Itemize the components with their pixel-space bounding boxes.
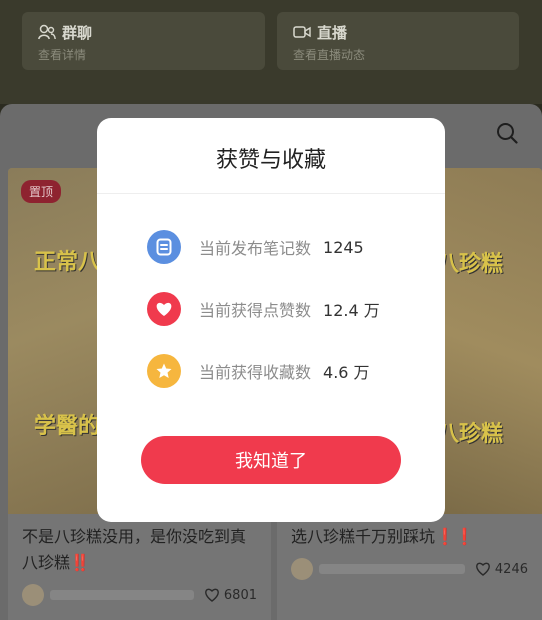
- group-chat-subtitle: 查看详情: [38, 48, 87, 62]
- pinned-badge: 置顶: [21, 180, 62, 203]
- like-count: 4246: [494, 561, 528, 577]
- stat-value: 1245: [323, 237, 364, 257]
- note-icon: [147, 230, 181, 264]
- feed-meta: 6801: [22, 584, 257, 606]
- live-card[interactable]: 直播 查看直播动态: [277, 12, 519, 70]
- like-count: 6801: [223, 587, 257, 603]
- group-icon: [38, 24, 56, 40]
- image-caption-top: 正常八: [34, 250, 101, 275]
- stat-value: 12.4 万: [323, 301, 380, 320]
- top-header-area: 群聊 查看详情 直播 查看直播动态: [0, 0, 542, 104]
- live-title: 直播: [317, 23, 348, 42]
- image-caption-bottom: 八珍糕: [437, 422, 504, 447]
- group-chat-card[interactable]: 群聊 查看详情: [22, 12, 265, 70]
- stat-label: 当前发布笔记数: [199, 239, 312, 258]
- image-caption-top: 八珍糕: [437, 252, 504, 277]
- likes-collections-modal: 获赞与收藏 当前发布笔记数 1245 当前获得点赞数 12.4 万 当前获得收藏…: [97, 118, 445, 522]
- feed-body: 不是八珍糕没用，是你没吃到真八珍糕‼️ 6801: [8, 514, 271, 620]
- modal-title: 获赞与收藏: [97, 118, 445, 194]
- group-chat-title: 群聊: [62, 23, 93, 42]
- live-icon: [293, 26, 311, 38]
- like-icon[interactable]: [475, 562, 491, 576]
- stat-likes: 当前获得点赞数 12.4 万: [147, 292, 380, 326]
- author-name-blurred: [319, 564, 465, 574]
- feed-meta: 4246: [291, 558, 528, 580]
- heart-icon: [147, 292, 181, 326]
- stat-label: 当前获得点赞数: [199, 301, 312, 320]
- avatar[interactable]: [22, 584, 44, 606]
- feed-body: 选八珍糕千万别踩坑❗❗ 4246: [277, 514, 542, 620]
- feed-title: 不是八珍糕没用，是你没吃到真八珍糕‼️: [22, 527, 247, 572]
- image-caption-bottom: 学醫的: [34, 414, 101, 439]
- star-icon: [147, 354, 181, 388]
- like-icon[interactable]: [204, 588, 220, 602]
- stat-collections: 当前获得收藏数 4.6 万: [147, 354, 370, 388]
- stat-notes: 当前发布笔记数 1245: [147, 230, 364, 264]
- live-subtitle: 查看直播动态: [293, 48, 366, 62]
- feed-title: 选八珍糕千万别踩坑❗❗: [291, 527, 475, 546]
- author-name-blurred: [50, 590, 194, 600]
- avatar[interactable]: [291, 558, 313, 580]
- stat-value: 4.6 万: [323, 363, 370, 382]
- search-icon[interactable]: [496, 122, 518, 144]
- stat-label: 当前获得收藏数: [199, 363, 312, 382]
- got-it-button[interactable]: 我知道了: [141, 436, 401, 484]
